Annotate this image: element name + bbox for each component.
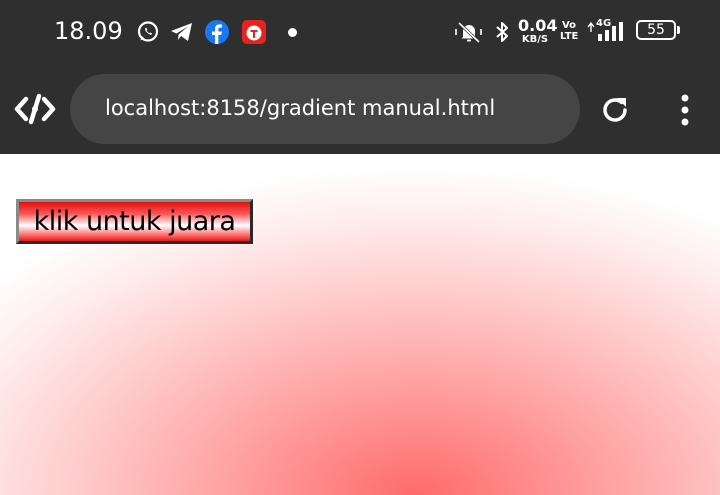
dev-tools-icon[interactable]: [14, 93, 56, 125]
signal-icon: 4G: [586, 18, 628, 45]
network-speed: 0.04 KB/S: [518, 16, 558, 45]
volte-line2: LTE: [560, 31, 579, 42]
juara-button[interactable]: klik untuk juara: [16, 199, 253, 244]
facebook-icon: [204, 19, 230, 45]
whatsapp-icon: [135, 19, 161, 45]
status-time: 18.09: [54, 17, 123, 45]
telegram-icon: [169, 19, 195, 45]
volte-line1: Vo: [561, 20, 577, 31]
reload-icon[interactable]: [598, 93, 632, 127]
bluetooth-icon: [492, 19, 512, 45]
more-notifications-dot: [288, 28, 297, 37]
url-bar[interactable]: localhost:8158/gradient manual.html: [70, 74, 580, 144]
network-type: 4G: [596, 18, 612, 29]
battery-tip: [677, 26, 680, 34]
mute-vibrate-icon: [454, 19, 484, 45]
network-speed-unit: KB/S: [521, 34, 549, 45]
volte-indicator: Vo LTE: [560, 20, 578, 42]
browser-toolbar: localhost:8158/gradient manual.html: [0, 64, 720, 154]
page-content: klik untuk juara: [0, 154, 720, 495]
url-text[interactable]: localhost:8158/gradient manual.html: [105, 96, 495, 120]
status-bar: 18.09 0.04 KB/S Vo LTE 4G 55: [0, 0, 720, 64]
battery-icon: 55: [636, 20, 676, 40]
app-notification-icon: [241, 19, 267, 45]
battery-level: 55: [647, 22, 665, 38]
network-speed-value: 0.04: [518, 16, 558, 35]
overflow-menu-icon[interactable]: [672, 92, 698, 128]
